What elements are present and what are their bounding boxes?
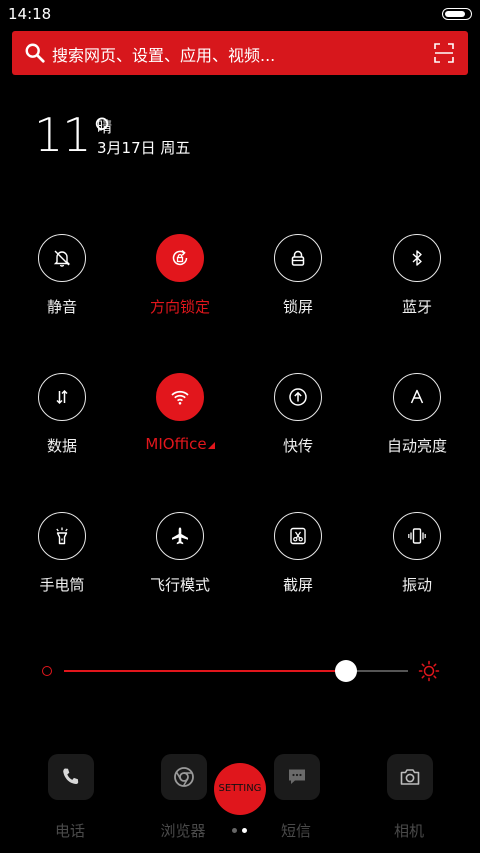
wifi-icon bbox=[171, 390, 189, 405]
bluetooth-icon bbox=[412, 250, 422, 266]
toggle-auto-brightness[interactable]: 自动亮度 bbox=[362, 373, 472, 463]
toggle-flashlight-label: 手电筒 bbox=[39, 576, 85, 594]
status-bar: 14:18 bbox=[0, 0, 480, 28]
dock-app-messages-tile[interactable] bbox=[274, 754, 320, 800]
search-bar[interactable]: 搜索网页、设置、应用、视频... bbox=[12, 31, 468, 75]
phone-icon bbox=[63, 768, 79, 784]
page-dot bbox=[232, 828, 237, 833]
toggle-bluetooth[interactable]: 蓝牙 bbox=[362, 234, 472, 324]
wifi-menu-arrow-icon[interactable] bbox=[207, 442, 215, 449]
dock-app-camera-label: 相机 bbox=[393, 822, 424, 840]
toggle-mobile-data-label: 数据 bbox=[46, 437, 77, 455]
toggle-rotation-lock[interactable]: 方向锁定 bbox=[125, 234, 235, 324]
toggle-lock-screen-circle[interactable] bbox=[274, 234, 322, 282]
toggle-bluetooth-label: 蓝牙 bbox=[401, 298, 432, 316]
dock-app-camera[interactable]: 相机 bbox=[369, 754, 449, 853]
dock-app-camera-tile[interactable] bbox=[387, 754, 433, 800]
toggle-mobile-data[interactable]: 数据 bbox=[7, 373, 117, 463]
brightness-high-icon bbox=[418, 660, 440, 682]
toggle-silent-label: 静音 bbox=[46, 298, 77, 316]
toggle-auto-brightness-label: 自动亮度 bbox=[386, 437, 447, 455]
camera-icon bbox=[400, 769, 420, 785]
scan-icon[interactable] bbox=[434, 43, 454, 63]
search-icon bbox=[25, 43, 45, 63]
search-input[interactable]: 搜索网页、设置、应用、视频... bbox=[52, 42, 275, 66]
toggle-share-transfer-circle[interactable] bbox=[274, 373, 322, 421]
wifi-network-name: MIOffice bbox=[145, 435, 207, 453]
page-indicator bbox=[232, 828, 248, 834]
toggle-silent-circle[interactable] bbox=[38, 234, 86, 282]
flashlight-icon bbox=[56, 527, 68, 545]
toggle-lock-screen-label: 锁屏 bbox=[282, 298, 313, 316]
browser-icon bbox=[174, 767, 194, 787]
brightness-track[interactable] bbox=[64, 660, 408, 682]
toggle-lock-screen[interactable]: 锁屏 bbox=[243, 234, 353, 324]
lock-icon bbox=[291, 250, 305, 266]
toggle-flashlight-circle[interactable] bbox=[38, 512, 86, 560]
toggle-vibrate-circle[interactable] bbox=[393, 512, 441, 560]
toggle-auto-brightness-circle[interactable] bbox=[393, 373, 441, 421]
dock-app-browser[interactable]: 浏览器 bbox=[143, 754, 223, 853]
dock-app-phone-tile[interactable] bbox=[48, 754, 94, 800]
mobile-data-icon bbox=[56, 389, 68, 405]
weather-condition: 晴 bbox=[97, 118, 113, 136]
toggle-screenshot-circle[interactable] bbox=[274, 512, 322, 560]
dock-app-messages-label: 短信 bbox=[280, 822, 311, 840]
toggle-share-transfer-label: 快传 bbox=[282, 437, 313, 455]
toggle-bluetooth-circle[interactable] bbox=[393, 234, 441, 282]
screenshot-icon bbox=[290, 527, 306, 545]
status-time: 14:18 bbox=[8, 5, 52, 23]
toggle-rotation-lock-label: 方向锁定 bbox=[149, 298, 210, 316]
toggle-silent[interactable]: 静音 bbox=[7, 234, 117, 324]
auto-brightness-icon bbox=[410, 389, 424, 404]
toggle-airplane-mode-circle[interactable] bbox=[156, 512, 204, 560]
setting-button[interactable]: SETTING bbox=[214, 763, 266, 815]
brightness-low-icon bbox=[42, 666, 52, 676]
brightness-fill bbox=[64, 670, 347, 672]
toggle-vibrate[interactable]: 振动 bbox=[362, 512, 472, 602]
dock-app-browser-label: 浏览器 bbox=[160, 822, 206, 840]
toggle-wifi-label: MIOffice bbox=[125, 435, 235, 453]
toggle-flashlight[interactable]: 手电筒 bbox=[7, 512, 117, 602]
brightness-slider[interactable] bbox=[38, 656, 442, 686]
vibrate-icon bbox=[408, 528, 426, 544]
toggle-screenshot-label: 截屏 bbox=[282, 576, 313, 594]
toggle-wifi-circle[interactable] bbox=[156, 373, 204, 421]
battery-level bbox=[445, 10, 466, 17]
rotation-lock-icon bbox=[172, 249, 188, 266]
dock-app-phone[interactable]: 电话 bbox=[30, 754, 110, 853]
battery-icon bbox=[442, 8, 472, 20]
airplane-icon bbox=[172, 527, 188, 545]
message-icon bbox=[289, 769, 305, 784]
toggle-airplane-mode-label: 飞行模式 bbox=[149, 576, 210, 594]
dock-app-phone-label: 电话 bbox=[54, 822, 85, 840]
toggle-mobile-data-circle[interactable] bbox=[38, 373, 86, 421]
dock-app-messages[interactable]: 短信 bbox=[256, 754, 336, 853]
toggle-share-transfer[interactable]: 快传 bbox=[243, 373, 353, 463]
brightness-thumb[interactable] bbox=[335, 660, 358, 682]
dock-app-browser-tile[interactable] bbox=[161, 754, 207, 800]
weather-date: 3月17日 周五 bbox=[97, 139, 191, 157]
toggle-vibrate-label: 振动 bbox=[401, 576, 432, 594]
toggle-airplane-mode[interactable]: 飞行模式 bbox=[125, 512, 235, 602]
silent-bell-icon bbox=[53, 250, 71, 267]
toggle-rotation-lock-circle[interactable] bbox=[156, 234, 204, 282]
page-dot-current bbox=[242, 828, 247, 833]
toggle-screenshot[interactable]: 截屏 bbox=[243, 512, 353, 602]
toggle-wifi[interactable]: MIOffice bbox=[125, 373, 235, 463]
share-transfer-icon bbox=[289, 388, 307, 406]
